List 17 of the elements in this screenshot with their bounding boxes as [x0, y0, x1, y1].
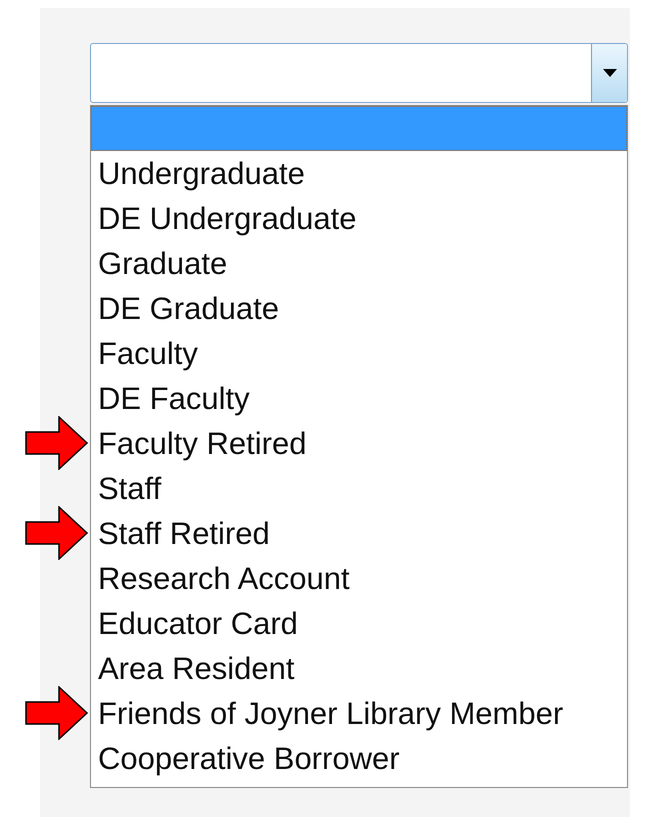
dropdown-option[interactable]: Faculty: [91, 331, 627, 376]
dropdown-option[interactable]: Staff Retired: [91, 511, 627, 556]
dropdown-option[interactable]: Cooperative Borrower: [91, 736, 627, 781]
dropdown-option[interactable]: Undergraduate: [91, 151, 627, 196]
dropdown-option[interactable]: Staff: [91, 466, 627, 511]
dropdown-option[interactable]: Educator Card: [91, 601, 627, 646]
dropdown-button[interactable]: [591, 44, 627, 102]
dropdown-option[interactable]: Area Resident: [91, 646, 627, 691]
dropdown-option[interactable]: DE Faculty: [91, 376, 627, 421]
dropdown-option[interactable]: Graduate: [91, 241, 627, 286]
dropdown-option[interactable]: DE Undergraduate: [91, 196, 627, 241]
dropdown-field[interactable]: [90, 43, 628, 103]
dropdown-option[interactable]: Research Account: [91, 556, 627, 601]
dropdown-option[interactable]: DE Graduate: [91, 286, 627, 331]
caret-icon: [602, 69, 616, 77]
dropdown-option[interactable]: Friends of Joyner Library Member: [91, 691, 627, 736]
dropdown-option[interactable]: Faculty Retired: [91, 421, 627, 466]
